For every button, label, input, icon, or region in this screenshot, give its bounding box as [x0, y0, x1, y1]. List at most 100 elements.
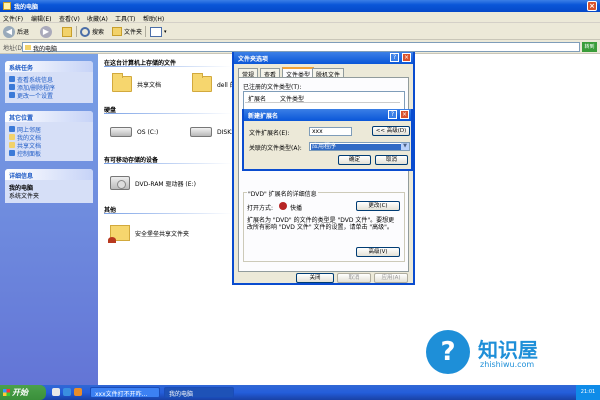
group-divider: [104, 66, 232, 67]
control-panel-icon: [9, 150, 15, 156]
hard-drive-icon: [110, 127, 132, 137]
window-titlebar: 我的电脑 ×: [0, 0, 600, 12]
back-arrow-icon: ◀: [3, 25, 15, 38]
change-button[interactable]: 更改(C): [356, 201, 400, 211]
window-title: 我的电脑: [14, 4, 39, 11]
item-label: 共享文档: [137, 81, 162, 89]
folder-icon: [192, 73, 212, 92]
app-icon[interactable]: [74, 388, 82, 396]
advanced-button[interactable]: 高级(V): [356, 247, 400, 257]
associated-type-select[interactable]: 应用程序 ▼: [309, 142, 410, 151]
hard-drive-icon: [190, 127, 212, 137]
details-title[interactable]: 详细信息: [5, 169, 93, 180]
taskbar: 开始 xxx文件打不开咋... 我的电脑 21:01: [0, 385, 600, 400]
clock[interactable]: 21:01: [581, 389, 595, 395]
close-dialog-button[interactable]: 关闭: [296, 273, 334, 283]
help-button[interactable]: ?: [390, 53, 399, 62]
watermark-logo-icon: ?: [426, 330, 470, 374]
windows-logo-icon: [3, 389, 10, 396]
forward-button[interactable]: ▶: [40, 25, 52, 38]
address-input[interactable]: 我的电脑: [22, 42, 580, 53]
cancel-button[interactable]: 取消: [375, 155, 408, 165]
group-divider: [104, 213, 232, 214]
desktop-icon[interactable]: [52, 388, 60, 396]
system-tasks-panel: 系统任务 查看系统信息 添加/删除程序 更改一个设置: [5, 61, 93, 103]
search-button[interactable]: 搜索: [80, 25, 104, 38]
dvd-drive-item[interactable]: DVD-RAM 驱动器 (E:): [110, 176, 196, 190]
folders-label: 文件夹: [124, 29, 143, 36]
search-icon: [80, 26, 90, 37]
link-label: 控制面板: [17, 150, 42, 158]
shared-folder-item[interactable]: 安全堡垒共享文件夹: [108, 225, 189, 243]
system-tasks-title[interactable]: 系统任务: [5, 61, 93, 72]
apply-button[interactable]: 应用(A): [374, 273, 408, 283]
menubar: 文件(F) 编辑(E) 查看(V) 收藏(A) 工具(T) 帮助(H): [0, 12, 600, 23]
cancel-button[interactable]: 取消: [337, 273, 371, 283]
new-extension-title: 新建扩展名: [244, 109, 411, 121]
opens-with-value: 快播: [290, 205, 303, 212]
back-label: 后退: [17, 29, 30, 36]
associated-type-label: 关联的文件类型(A):: [249, 145, 302, 152]
browser-icon[interactable]: [63, 388, 71, 396]
folders-icon: [112, 27, 122, 36]
search-label: 搜索: [92, 29, 105, 36]
opens-with-label: 打开方式:: [247, 205, 274, 212]
link-label: 更改一个设置: [17, 92, 54, 100]
go-button[interactable]: 转到: [582, 42, 597, 52]
watermark: ? 知识屋 zhishiwu.com: [426, 326, 586, 378]
folders-button[interactable]: 文件夹: [112, 25, 142, 38]
group-divider: [104, 163, 232, 164]
task-button-doc[interactable]: xxx文件打不开咋...: [90, 387, 160, 398]
task-pane: 系统任务 查看系统信息 添加/删除程序 更改一个设置 其它位置 网上邻居 我的文…: [0, 54, 98, 385]
forward-arrow-icon: ▶: [40, 25, 52, 38]
views-button[interactable]: ▾: [150, 25, 167, 38]
menu-edit[interactable]: 编辑(E): [31, 14, 51, 23]
menu-help[interactable]: 帮助(H): [143, 14, 164, 23]
folder-options-title: 文件夹选项: [234, 52, 413, 64]
tab-file-types[interactable]: 文件类型: [282, 67, 315, 79]
other-places-title[interactable]: 其它位置: [5, 111, 93, 122]
folder-icon: [9, 134, 15, 140]
menu-tools[interactable]: 工具(T): [115, 14, 135, 23]
folder-icon: [112, 73, 132, 92]
control-panel-link[interactable]: 控制面板: [9, 149, 89, 158]
tab-offline-files[interactable]: 脱机文件: [312, 68, 345, 79]
up-folder-button[interactable]: [62, 25, 72, 38]
ok-button[interactable]: 确定: [338, 155, 371, 165]
tab-view[interactable]: 查看: [260, 68, 281, 79]
other-places-panel: 其它位置 网上邻居 我的文档 共享文档 控制面板: [5, 111, 93, 161]
toolbar-separator: [145, 26, 146, 37]
task-button-my-computer[interactable]: 我的电脑: [164, 387, 234, 398]
tab-general[interactable]: 常规: [238, 68, 259, 79]
type-description: 扩展名为 "DVD" 的文件的类型是 "DVD 文件"。要想更改所有影响 "DV…: [247, 217, 395, 231]
system-tray: 21:01: [576, 385, 600, 400]
control-panel-icon: [9, 92, 15, 98]
close-button[interactable]: ×: [400, 110, 409, 119]
menu-file[interactable]: 文件(F): [3, 14, 23, 23]
advanced-toggle-button[interactable]: << 高级(D): [372, 126, 410, 136]
associated-type-value: 应用程序: [311, 144, 401, 150]
start-button[interactable]: 开始: [0, 385, 46, 400]
item-label: OS (C:): [137, 128, 159, 136]
close-button[interactable]: ×: [402, 53, 411, 62]
folder-icon: [9, 142, 15, 148]
details-title: "DVD" 扩展名的详细信息: [247, 189, 318, 198]
group-divider: [104, 113, 232, 114]
shared-docs-item[interactable]: 共享文档: [112, 73, 162, 92]
file-types-panel: 已注册的文件类型(T): 扩展名 文件类型 "DVD" 扩展名的详细信息 打开方…: [238, 77, 409, 272]
toolbar: ◀ 后退 ▶ 搜索 文件夹 ▾: [0, 23, 600, 40]
back-button[interactable]: ◀ 后退: [3, 25, 29, 38]
details-group: "DVD" 扩展名的详细信息 打开方式: 快播 更改(C) 扩展名为 "DVD"…: [243, 189, 405, 262]
computer-icon: [25, 45, 31, 50]
info-icon: [9, 76, 15, 82]
help-button[interactable]: ?: [388, 110, 397, 119]
chevron-down-icon: ▼: [401, 143, 409, 150]
dvd-drive-icon: [110, 176, 130, 190]
extension-input[interactable]: xxx: [309, 127, 352, 136]
drive-c-item[interactable]: OS (C:): [110, 127, 158, 137]
window-close-button[interactable]: ×: [587, 1, 597, 11]
details-panel: 详细信息 我的电脑 系统文件夹: [5, 169, 93, 203]
change-setting-link[interactable]: 更改一个设置: [9, 91, 89, 100]
menu-favorites[interactable]: 收藏(A): [87, 14, 108, 23]
menu-view[interactable]: 查看(V): [59, 14, 80, 23]
